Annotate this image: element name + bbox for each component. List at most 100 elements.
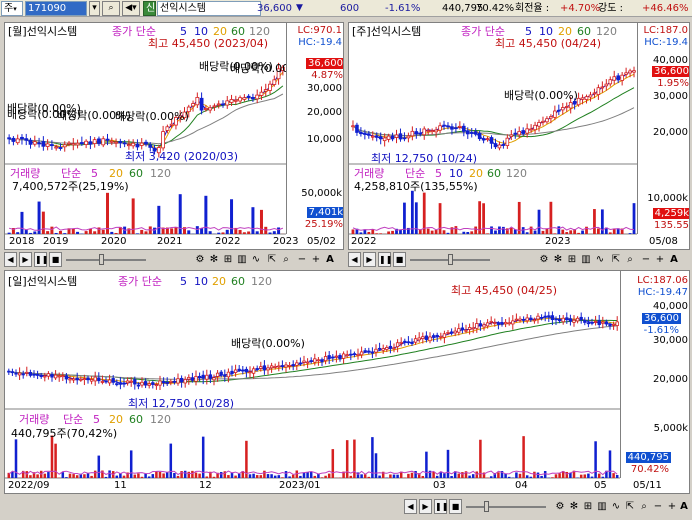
ma-line [8, 319, 618, 383]
monthly-stop[interactable]: ■ [49, 252, 62, 267]
monthly-chart-panel[interactable]: [월]선익시스템 종가 단순 5 10 20 60 120 최고 45,450 … [4, 22, 344, 250]
stop-icon: ■ [51, 255, 60, 264]
market-select[interactable]: 주▾ [1, 1, 23, 16]
weekly-indicator-icon[interactable]: ⊞ [566, 252, 578, 267]
candle-body [518, 318, 522, 321]
monthly-font-icon[interactable]: A [324, 252, 336, 267]
volume-bar [90, 475, 93, 478]
weekly-line-icon[interactable]: ∿ [594, 252, 606, 267]
candle-body [545, 118, 549, 123]
volume-bar [173, 473, 176, 478]
volume-bar [470, 231, 474, 234]
monthly-scroll-right[interactable]: ▶ [19, 252, 32, 267]
candle-body [485, 322, 490, 327]
candle-body [601, 321, 605, 324]
daily-chart-panel[interactable]: [일]선익시스템 종가 단순 5 10 20 60 120 최고 45,450 … [4, 270, 690, 494]
sound-button[interactable]: ◀▾ [122, 1, 140, 16]
weekly-xtick-2023: 2023 [545, 236, 571, 247]
monthly-settings-icon[interactable]: ⚙ [194, 252, 206, 267]
monthly-plus-icon[interactable]: + [310, 252, 322, 267]
daily-minus-icon[interactable]: − [652, 499, 664, 514]
daily-scroll-right[interactable]: ▶ [419, 499, 432, 514]
weekly-chart-panel[interactable]: [주]선익시스템 종가 단순 5 10 20 60 120 최고 45,450 … [348, 22, 690, 250]
candle-body [165, 382, 169, 384]
daily-pause[interactable]: ❚❚ [434, 499, 449, 514]
weekly-zoom-thumb[interactable] [448, 254, 453, 265]
daily-scroll-left[interactable]: ◀ [404, 499, 417, 514]
candle-body [600, 86, 605, 89]
weekly-minus-icon[interactable]: − [640, 252, 652, 267]
daily-stop[interactable]: ■ [449, 499, 462, 514]
weekly-vol-pct-tag: 135.55 [654, 220, 689, 231]
candle-body [547, 315, 551, 318]
daily-ytick-40000: 40,000 [653, 301, 688, 312]
candle-body [560, 107, 565, 111]
weekly-bar-icon[interactable]: ▥ [580, 252, 592, 267]
daily-ytick-20000: 20,000 [653, 374, 688, 385]
monthly-line-icon[interactable]: ∿ [250, 252, 262, 267]
weekly-font-icon[interactable]: A [668, 252, 680, 267]
weekly-scroll-left[interactable]: ◀ [348, 252, 361, 267]
weekly-gear-icon[interactable]: ✻ [552, 252, 564, 267]
daily-settings-icon[interactable]: ⚙ [554, 499, 566, 514]
monthly-magnify-icon[interactable]: ⌕ [280, 252, 292, 267]
monthly-pause[interactable]: ❚❚ [34, 252, 48, 267]
weekly-settings-icon[interactable]: ⚙ [538, 252, 550, 267]
monthly-cursor-icon[interactable]: ⇱ [266, 252, 278, 267]
monthly-gear-icon[interactable]: ✻ [208, 252, 220, 267]
daily-gear-icon[interactable]: ✻ [568, 499, 580, 514]
daily-ma-5: 5 [180, 275, 187, 288]
monthly-zoom-track[interactable] [66, 259, 146, 261]
candle-body [259, 91, 264, 96]
volume-bar [129, 450, 133, 478]
daily-zoom-thumb[interactable] [484, 501, 489, 512]
weekly-cursor-icon[interactable]: ⇱ [610, 252, 622, 267]
daily-line-icon[interactable]: ∿ [610, 499, 622, 514]
weekly-plus-icon[interactable]: + [654, 252, 666, 267]
daily-font-icon[interactable]: A [678, 499, 690, 514]
volume-bar [83, 474, 86, 478]
candle-body [359, 131, 363, 135]
daily-magnify-icon[interactable]: ⌕ [638, 499, 650, 514]
candle-body [482, 324, 486, 328]
weekly-vol-ma-60: 60 [487, 167, 501, 180]
candle-body [161, 131, 166, 149]
monthly-minus-icon[interactable]: − [296, 252, 308, 267]
candle-body [223, 374, 227, 377]
weekly-stop[interactable]: ■ [393, 252, 406, 267]
monthly-indicator-icon[interactable]: ⊞ [222, 252, 234, 267]
volume-bar [482, 203, 485, 234]
daily-zoom-track[interactable] [466, 506, 546, 508]
volume-bar [75, 475, 79, 478]
monthly-scroll-left[interactable]: ◀ [4, 252, 17, 267]
daily-plus-icon[interactable]: + [666, 499, 678, 514]
candle-body [205, 374, 209, 380]
volume-bar [248, 474, 252, 478]
monthly-chart-title: [월]선익시스템 [8, 25, 78, 38]
candle-body [345, 354, 349, 357]
code-input[interactable]: 171090 [25, 1, 87, 16]
search-button[interactable]: ▾ [89, 1, 100, 16]
candle-body [118, 141, 123, 144]
volume-bar [378, 475, 381, 478]
candle-body [460, 327, 465, 331]
weekly-pause[interactable]: ❚❚ [378, 252, 392, 267]
volume-bar [489, 476, 493, 478]
volume-bar [255, 475, 259, 478]
code-lookup-button[interactable]: ⌕ [102, 1, 120, 16]
triangle-right-icon: ▶ [366, 255, 373, 264]
candle-body [465, 130, 470, 135]
candle-body [268, 83, 272, 91]
volume-bar [242, 232, 246, 234]
candle-body [244, 368, 249, 373]
monthly-bar-icon[interactable]: ▥ [236, 252, 248, 267]
monthly-zoom-thumb[interactable] [99, 254, 104, 265]
candle-body [140, 381, 144, 386]
weekly-magnify-icon[interactable]: ⌕ [624, 252, 636, 267]
daily-cursor-icon[interactable]: ⇱ [624, 499, 636, 514]
candle-body [500, 322, 504, 325]
weekly-scroll-right[interactable]: ▶ [363, 252, 376, 267]
daily-indicator-icon[interactable]: ⊞ [582, 499, 594, 514]
daily-bar-icon[interactable]: ▥ [596, 499, 608, 514]
pause-icon: ❚❚ [435, 502, 449, 511]
